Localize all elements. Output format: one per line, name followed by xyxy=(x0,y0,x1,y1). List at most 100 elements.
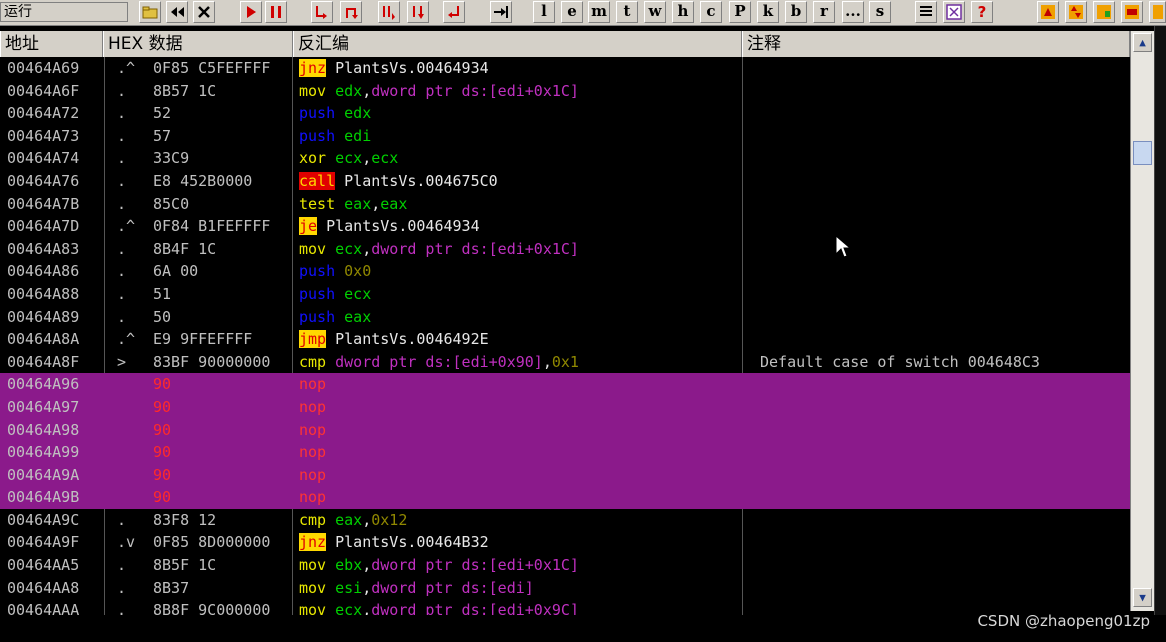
code-row[interactable]: 00464A76. E8 452B0000 call PlantsVs.004675… xyxy=(0,170,1130,193)
row-address: 00464A7B xyxy=(7,194,80,213)
code-row[interactable]: 00464AAA. 8B8F 9C000000 mov ecx,dword ptr … xyxy=(0,599,1130,615)
code-row[interactable]: 00464A9A 90 nop xyxy=(0,463,1130,487)
row-hex: 6A 00 xyxy=(153,262,199,281)
goto-address-icon[interactable] xyxy=(490,1,512,23)
row-marker: . xyxy=(117,104,127,123)
row-disassembly: xor ecx,ecx xyxy=(299,147,398,170)
row-hex: 85C0 xyxy=(153,194,190,213)
references-window-button[interactable]: r xyxy=(813,1,835,23)
row-operand: edi xyxy=(335,126,372,145)
call-stack-window-button[interactable]: k xyxy=(757,1,779,23)
row-address: 00464A97 xyxy=(7,397,80,416)
breakpoints-window-button[interactable]: b xyxy=(785,1,807,23)
row-operand: ecx xyxy=(335,284,372,303)
row-address: 00464A8F xyxy=(7,352,80,371)
hardware-breakpoint-icon[interactable] xyxy=(1121,1,1143,23)
row-disassembly: push eax xyxy=(299,306,371,329)
row-operand: , xyxy=(362,510,372,529)
code-row[interactable]: 00464A7B. 85C0 test eax,eax xyxy=(0,193,1130,216)
plugin-more-icon[interactable] xyxy=(1149,1,1166,23)
log-window-button[interactable]: l xyxy=(533,1,555,23)
options-grid-icon[interactable] xyxy=(943,1,965,23)
help-button[interactable]: ? xyxy=(971,1,993,23)
modules-window-button[interactable]: e xyxy=(561,1,583,23)
trace-over-icon[interactable] xyxy=(407,1,429,23)
code-row[interactable]: 00464A89. 50 push eax xyxy=(0,306,1130,329)
code-row[interactable]: 00464AA8. 8B37 mov esi,dword ptr ds:[edi] xyxy=(0,577,1130,600)
row-disassembly: nop xyxy=(299,441,326,464)
run-trace-window-button[interactable]: ... xyxy=(842,1,864,23)
patches-window-button[interactable]: P xyxy=(729,1,751,23)
row-operand: , xyxy=(371,194,381,213)
row-operand: dword ptr ds:[edi+0x1C] xyxy=(371,556,579,575)
row-marker: . xyxy=(117,171,127,190)
code-row[interactable]: 00464A88. 51 push ecx xyxy=(0,283,1130,306)
row-mnemonic: nop xyxy=(299,443,327,462)
row-disassembly: push ecx xyxy=(299,283,371,306)
row-hex: 0F85 C5FEFFFF xyxy=(153,59,271,77)
code-row[interactable]: 00464A8A .^ E9 9FFEFFFF jmp PlantsVs.004649… xyxy=(0,328,1130,351)
code-row[interactable]: 00464A69 .^ 0F85 C5FEFFFF jnz PlantsVs.0046… xyxy=(0,57,1130,80)
execute-till-return-icon[interactable] xyxy=(443,1,465,23)
restart-icon[interactable] xyxy=(166,1,188,23)
row-operand: esi xyxy=(326,578,363,597)
code-row[interactable]: 00464A97 90 nop xyxy=(0,395,1130,419)
header-address[interactable]: 地址 xyxy=(0,31,103,57)
row-marker: .^ xyxy=(117,217,136,236)
row-mnemonic: push xyxy=(299,284,336,303)
code-row[interactable]: 00464A73. 57 push edi xyxy=(0,125,1130,148)
header-hex-data[interactable]: HEX 数据 xyxy=(103,31,293,57)
disassembly-pane[interactable]: 00464A69 .^ 0F85 C5FEFFFF jnz PlantsVs.0046… xyxy=(0,57,1130,615)
plugin-updown-icon[interactable] xyxy=(1065,1,1087,23)
row-address: 00464AA8 xyxy=(7,578,80,597)
row-hex: 50 xyxy=(153,307,172,326)
code-row[interactable]: 00464A74. 33C9 xor ecx,ecx xyxy=(0,147,1130,170)
toolbar: 运行 l e m t w h c P k b r ... s ? xyxy=(0,0,1166,26)
row-mnemonic: push xyxy=(299,262,336,281)
row-mnemonic: mov xyxy=(299,601,327,615)
row-marker: . xyxy=(117,194,127,213)
memory-window-button[interactable]: m xyxy=(588,1,610,23)
scroll-up-button[interactable]: ▲ xyxy=(1133,33,1152,52)
code-row[interactable]: 00464A9B 90 nop xyxy=(0,486,1130,509)
code-row[interactable]: 00464A8F >83BF 90000000 cmp dword ptr ds:[… xyxy=(0,351,1130,374)
code-row[interactable]: 00464A9F .v 0F85 8D000000 jnz PlantsVs.0046… xyxy=(0,531,1130,554)
open-file-icon[interactable] xyxy=(139,1,161,23)
code-row[interactable]: 00464A6F. 8B57 1C mov edx,dword ptr ds:[ed… xyxy=(0,80,1130,103)
row-mnemonic: test xyxy=(299,194,336,213)
row-disassembly: test eax,eax xyxy=(299,193,407,216)
code-row[interactable]: 00464A7D .^ 0F84 B1FEFFFF je PlantsVs.00464… xyxy=(0,215,1130,238)
close-icon[interactable] xyxy=(193,1,215,23)
handles-window-button[interactable]: h xyxy=(672,1,694,23)
threads-window-button[interactable]: t xyxy=(616,1,638,23)
source-window-button[interactable]: s xyxy=(869,1,891,23)
scroll-thumb[interactable] xyxy=(1133,141,1152,165)
code-row[interactable]: 00464A99 90 nop xyxy=(0,441,1130,464)
code-row[interactable]: 00464AA5. 8B5F 1C mov ebx,dword ptr ds:[ed… xyxy=(0,554,1130,577)
code-row[interactable]: 00464A98 90 nop xyxy=(0,418,1130,442)
trace-into-icon[interactable] xyxy=(378,1,400,23)
scroll-down-button[interactable]: ▼ xyxy=(1133,588,1152,607)
pause-icon[interactable] xyxy=(265,1,287,23)
step-over-icon[interactable] xyxy=(340,1,362,23)
cpu-window-button[interactable]: c xyxy=(700,1,722,23)
row-operand: , xyxy=(362,556,372,575)
list-view-icon[interactable] xyxy=(915,1,937,23)
run-icon[interactable] xyxy=(240,1,262,23)
header-disassembly[interactable]: 反汇编 xyxy=(293,31,742,57)
windows-window-button[interactable]: w xyxy=(644,1,666,23)
plugin-arrows-icon[interactable] xyxy=(1037,1,1059,23)
step-into-icon[interactable] xyxy=(311,1,333,23)
code-row[interactable]: 00464A72. 52 push edx xyxy=(0,102,1130,125)
row-disassembly: push edi xyxy=(299,125,371,148)
code-row[interactable]: 00464A86. 6A 00 push 0x0 xyxy=(0,260,1130,283)
plugin-ab-icon[interactable] xyxy=(1093,1,1115,23)
code-row[interactable]: 00464A9C. 83F8 12 cmp eax,0x12 xyxy=(0,509,1130,532)
code-row[interactable]: 00464A96 90 nop xyxy=(0,373,1130,396)
row-address: 00464A9C xyxy=(7,510,80,529)
header-comment[interactable]: 注释 xyxy=(742,31,1130,57)
row-hex: E9 9FFEFFFF xyxy=(153,330,253,349)
code-row[interactable]: 00464A83. 8B4F 1C mov ecx,dword ptr ds:[ed… xyxy=(0,238,1130,261)
vertical-scrollbar[interactable]: ▲ ▼ xyxy=(1130,31,1154,611)
row-mnemonic: nop xyxy=(299,375,327,394)
